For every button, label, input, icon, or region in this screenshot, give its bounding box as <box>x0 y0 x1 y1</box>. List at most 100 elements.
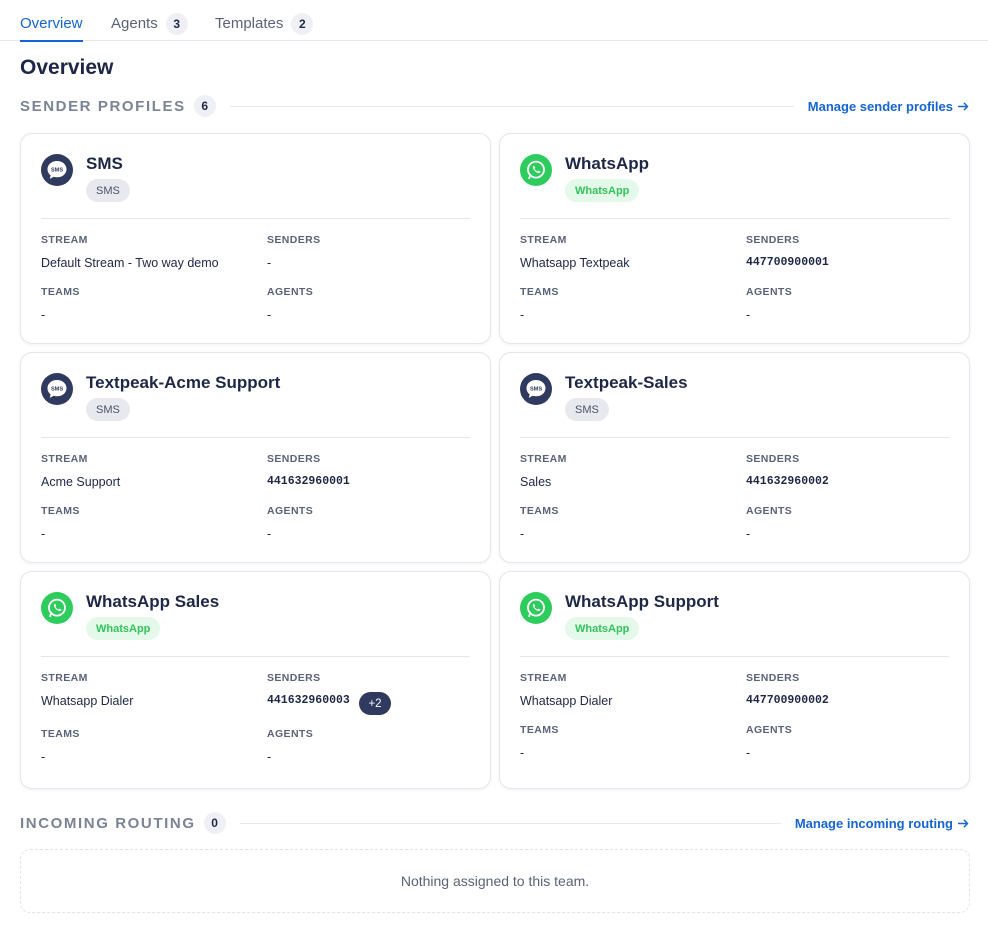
svg-text:SMS: SMS <box>51 387 63 393</box>
tab-templates[interactable]: Templates 2 <box>215 6 314 41</box>
teams-label: TEAMS <box>41 286 80 298</box>
senders-value: 441632960003 <box>267 694 350 707</box>
card-title: Textpeak-Sales <box>565 373 688 392</box>
sms-chat-icon: SMS <box>520 373 552 405</box>
incoming-routing-empty-state: Nothing assigned to this team. <box>20 849 970 913</box>
teams-label: TEAMS <box>520 286 559 298</box>
sender-profile-card[interactable]: WhatsApp WhatsApp STREAM Whatsapp Textpeak S… <box>499 133 970 344</box>
channel-badge: WhatsApp <box>86 617 161 640</box>
teams-value: - <box>41 308 46 322</box>
card-divider <box>41 656 470 657</box>
senders-value: 441632960001 <box>267 475 350 488</box>
sender-profile-card[interactable]: WhatsApp Support WhatsApp STREAM Whatsapp D… <box>499 571 970 789</box>
channel-badge: SMS <box>86 398 130 421</box>
senders-label: SENDERS <box>746 234 800 246</box>
incoming-routing-label: INCOMING ROUTING <box>20 814 196 832</box>
card-divider <box>41 437 470 438</box>
agents-label: AGENTS <box>267 728 314 740</box>
incoming-routing-header: INCOMING ROUTING 0 Manage incoming routi… <box>20 811 970 835</box>
sender-profile-card[interactable]: SMS SMS SMS STREAM Default Stream - Two way … <box>20 133 491 344</box>
incoming-routing-count: 0 <box>203 812 226 834</box>
whatsapp-icon <box>520 592 552 624</box>
whatsapp-icon <box>41 592 73 624</box>
senders-value: 447700900001 <box>746 256 829 269</box>
sms-chat-icon: SMS <box>41 154 73 186</box>
more-senders-badge[interactable]: +2 <box>359 692 391 715</box>
sender-profile-card[interactable]: SMS Textpeak-Sales SMS STREAM Sales SENDERS 44… <box>499 352 970 563</box>
channel-badge: SMS <box>565 398 609 421</box>
card-divider <box>520 218 949 219</box>
teams-value: - <box>520 527 525 541</box>
channel-badge: WhatsApp <box>565 617 640 640</box>
svg-text:SMS: SMS <box>51 168 63 174</box>
tab-agents[interactable]: Agents 3 <box>111 6 188 41</box>
svg-text:SMS: SMS <box>530 387 542 393</box>
sender-profile-card[interactable]: WhatsApp Sales WhatsApp STREAM Whatsapp Dia… <box>20 571 491 789</box>
agents-label: AGENTS <box>267 505 314 517</box>
stream-label: STREAM <box>520 672 567 684</box>
tab-agents-label: Agents <box>111 15 158 32</box>
agents-value: - <box>746 527 751 541</box>
card-divider <box>41 218 470 219</box>
card-divider <box>520 656 949 657</box>
tab-overview-label: Overview <box>20 15 83 32</box>
teams-label: TEAMS <box>520 505 559 517</box>
sender-profiles-count: 6 <box>193 95 216 117</box>
arrow-right-icon <box>957 102 969 110</box>
card-title: Textpeak-Acme Support <box>86 373 281 392</box>
senders-label: SENDERS <box>746 453 800 465</box>
senders-label: SENDERS <box>746 672 800 684</box>
channel-badge: SMS <box>86 179 130 202</box>
senders-value: 441632960002 <box>746 475 829 488</box>
channel-badge: WhatsApp <box>565 179 640 202</box>
agents-label: AGENTS <box>746 505 793 517</box>
sender-profiles-label: SENDER PROFILES <box>20 97 186 115</box>
manage-incoming-routing-label: Manage incoming routing <box>794 815 953 831</box>
stream-value: Whatsapp Dialer <box>41 694 134 708</box>
teams-value: - <box>520 308 525 322</box>
tab-overview[interactable]: Overview <box>20 6 83 42</box>
tab-templates-count: 2 <box>291 12 314 35</box>
card-title: WhatsApp Sales <box>86 592 220 611</box>
card-title: SMS <box>86 154 123 173</box>
empty-state-text: Nothing assigned to this team. <box>400 873 590 889</box>
agents-value: - <box>267 308 272 322</box>
stream-label: STREAM <box>41 234 88 246</box>
stream-value: Acme Support <box>41 475 121 489</box>
card-title: WhatsApp <box>565 154 650 173</box>
teams-label: TEAMS <box>41 728 80 740</box>
page-title: Overview <box>20 56 114 79</box>
agents-label: AGENTS <box>267 286 314 298</box>
stream-label: STREAM <box>41 672 88 684</box>
arrow-right-icon <box>957 819 969 827</box>
senders-label: SENDERS <box>267 672 321 684</box>
tab-agents-count: 3 <box>165 12 188 35</box>
senders-label: SENDERS <box>267 453 321 465</box>
senders-label: SENDERS <box>267 234 321 246</box>
agents-value: - <box>746 746 751 760</box>
teams-label: TEAMS <box>520 724 559 736</box>
whatsapp-icon <box>520 154 552 186</box>
manage-sender-profiles-link[interactable]: Manage sender profiles <box>808 99 970 114</box>
tab-bar: Overview Agents 3 Templates 2 <box>0 0 988 42</box>
teams-value: - <box>41 750 46 764</box>
stream-label: STREAM <box>41 453 88 465</box>
agents-label: AGENTS <box>746 724 793 736</box>
sender-profile-card[interactable]: SMS Textpeak-Acme Support SMS STREAM Acme Su… <box>20 352 491 563</box>
manage-incoming-routing-link[interactable]: Manage incoming routing <box>795 816 970 831</box>
stream-label: STREAM <box>520 453 567 465</box>
teams-label: TEAMS <box>41 505 80 517</box>
stream-value: Default Stream - Two way demo <box>41 256 219 270</box>
tab-templates-label: Templates <box>215 15 284 32</box>
agents-value: - <box>267 527 272 541</box>
sender-profiles-header: SENDER PROFILES 6 Manage sender profiles <box>20 94 970 118</box>
agents-label: AGENTS <box>746 286 793 298</box>
card-title: WhatsApp Support <box>565 592 719 611</box>
stream-label: STREAM <box>520 234 567 246</box>
sms-chat-icon: SMS <box>41 373 73 405</box>
teams-value: - <box>41 527 46 541</box>
manage-sender-profiles-label: Manage sender profiles <box>807 98 953 114</box>
section-divider <box>239 822 781 824</box>
teams-value: - <box>520 746 525 760</box>
senders-value: 447700900002 <box>746 694 829 707</box>
